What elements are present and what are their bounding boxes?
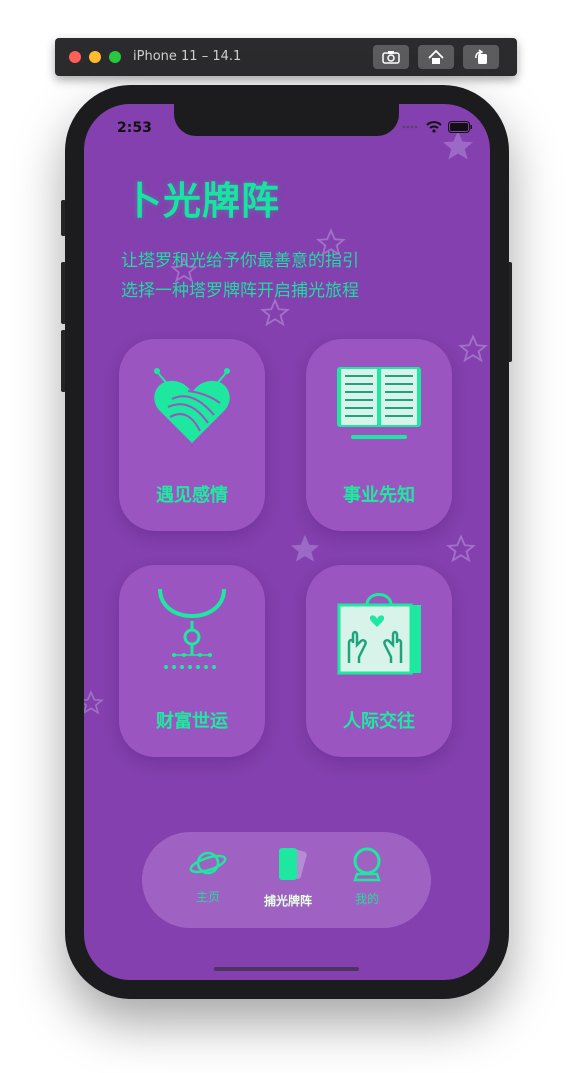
- signal-icon: [402, 125, 418, 129]
- wifi-icon: [426, 121, 442, 133]
- minimize-window-button[interactable]: [89, 51, 101, 63]
- rotate-button[interactable]: [463, 45, 499, 69]
- rotate-icon: [475, 49, 487, 64]
- status-time: 2:53: [117, 120, 152, 136]
- crystal-ball-icon: [353, 847, 381, 882]
- heart-yarn-icon: [154, 368, 230, 443]
- page-title: 卜光牌阵: [124, 179, 281, 223]
- star-icon: [290, 534, 320, 562]
- tab-home[interactable]: 主页: [173, 846, 243, 905]
- card-label-social: 人际交往: [343, 711, 415, 732]
- close-window-button[interactable]: [69, 51, 81, 63]
- card-label-love: 遇见感情: [156, 485, 228, 506]
- open-book-icon: [337, 367, 421, 439]
- spread-card-love[interactable]: 遇见感情: [119, 339, 265, 531]
- subtitle-line-1: 让塔罗和光给予你最善意的指引: [121, 251, 359, 271]
- necklace-icon: [158, 588, 226, 669]
- home-button[interactable]: [418, 45, 454, 69]
- star-icon: [443, 131, 473, 160]
- camera-icon: [382, 51, 400, 64]
- star-icon: [260, 298, 290, 327]
- star-icon: [446, 534, 476, 563]
- cards-icon: [279, 848, 307, 880]
- tab-label-spreads: 捕光牌阵: [263, 894, 312, 908]
- tab-label-profile: 我的: [354, 892, 379, 906]
- simulator-title: iPhone 11 – 14.1: [133, 49, 242, 64]
- subtitle-line-2: 选择一种塔罗牌阵开启捕光旅程: [121, 281, 359, 301]
- gift-bag-hands-icon: [337, 593, 421, 675]
- tab-spreads[interactable]: 捕光牌阵: [253, 846, 323, 909]
- spread-card-social[interactable]: 人际交往: [306, 565, 452, 757]
- status-indicators: [402, 121, 472, 133]
- tab-profile[interactable]: 我的: [332, 846, 402, 907]
- card-label-wealth: 财富世运: [156, 711, 228, 732]
- app-screen: 2:53 卜光牌阵 让塔罗和光给予你最善意的指引 选择一种塔罗牌阵开启捕光旅程: [84, 104, 490, 980]
- home-icon: [428, 49, 444, 64]
- screenshot-button[interactable]: [373, 45, 409, 69]
- spread-card-career[interactable]: 事业先知: [306, 339, 452, 531]
- planet-icon: [189, 851, 227, 875]
- zoom-window-button[interactable]: [109, 51, 121, 63]
- tab-label-home: 主页: [195, 890, 220, 904]
- star-icon: [84, 690, 104, 715]
- battery-icon: [448, 121, 472, 133]
- simulator-toolbar: iPhone 11 – 14.1: [55, 38, 517, 76]
- notch: [174, 104, 399, 136]
- card-label-career: 事业先知: [343, 485, 415, 506]
- spread-card-wealth[interactable]: 财富世运: [119, 565, 265, 757]
- home-indicator[interactable]: [214, 967, 359, 971]
- star-icon: [458, 334, 488, 363]
- bottom-tab-bar: 主页 捕光牌阵 我的: [142, 832, 431, 928]
